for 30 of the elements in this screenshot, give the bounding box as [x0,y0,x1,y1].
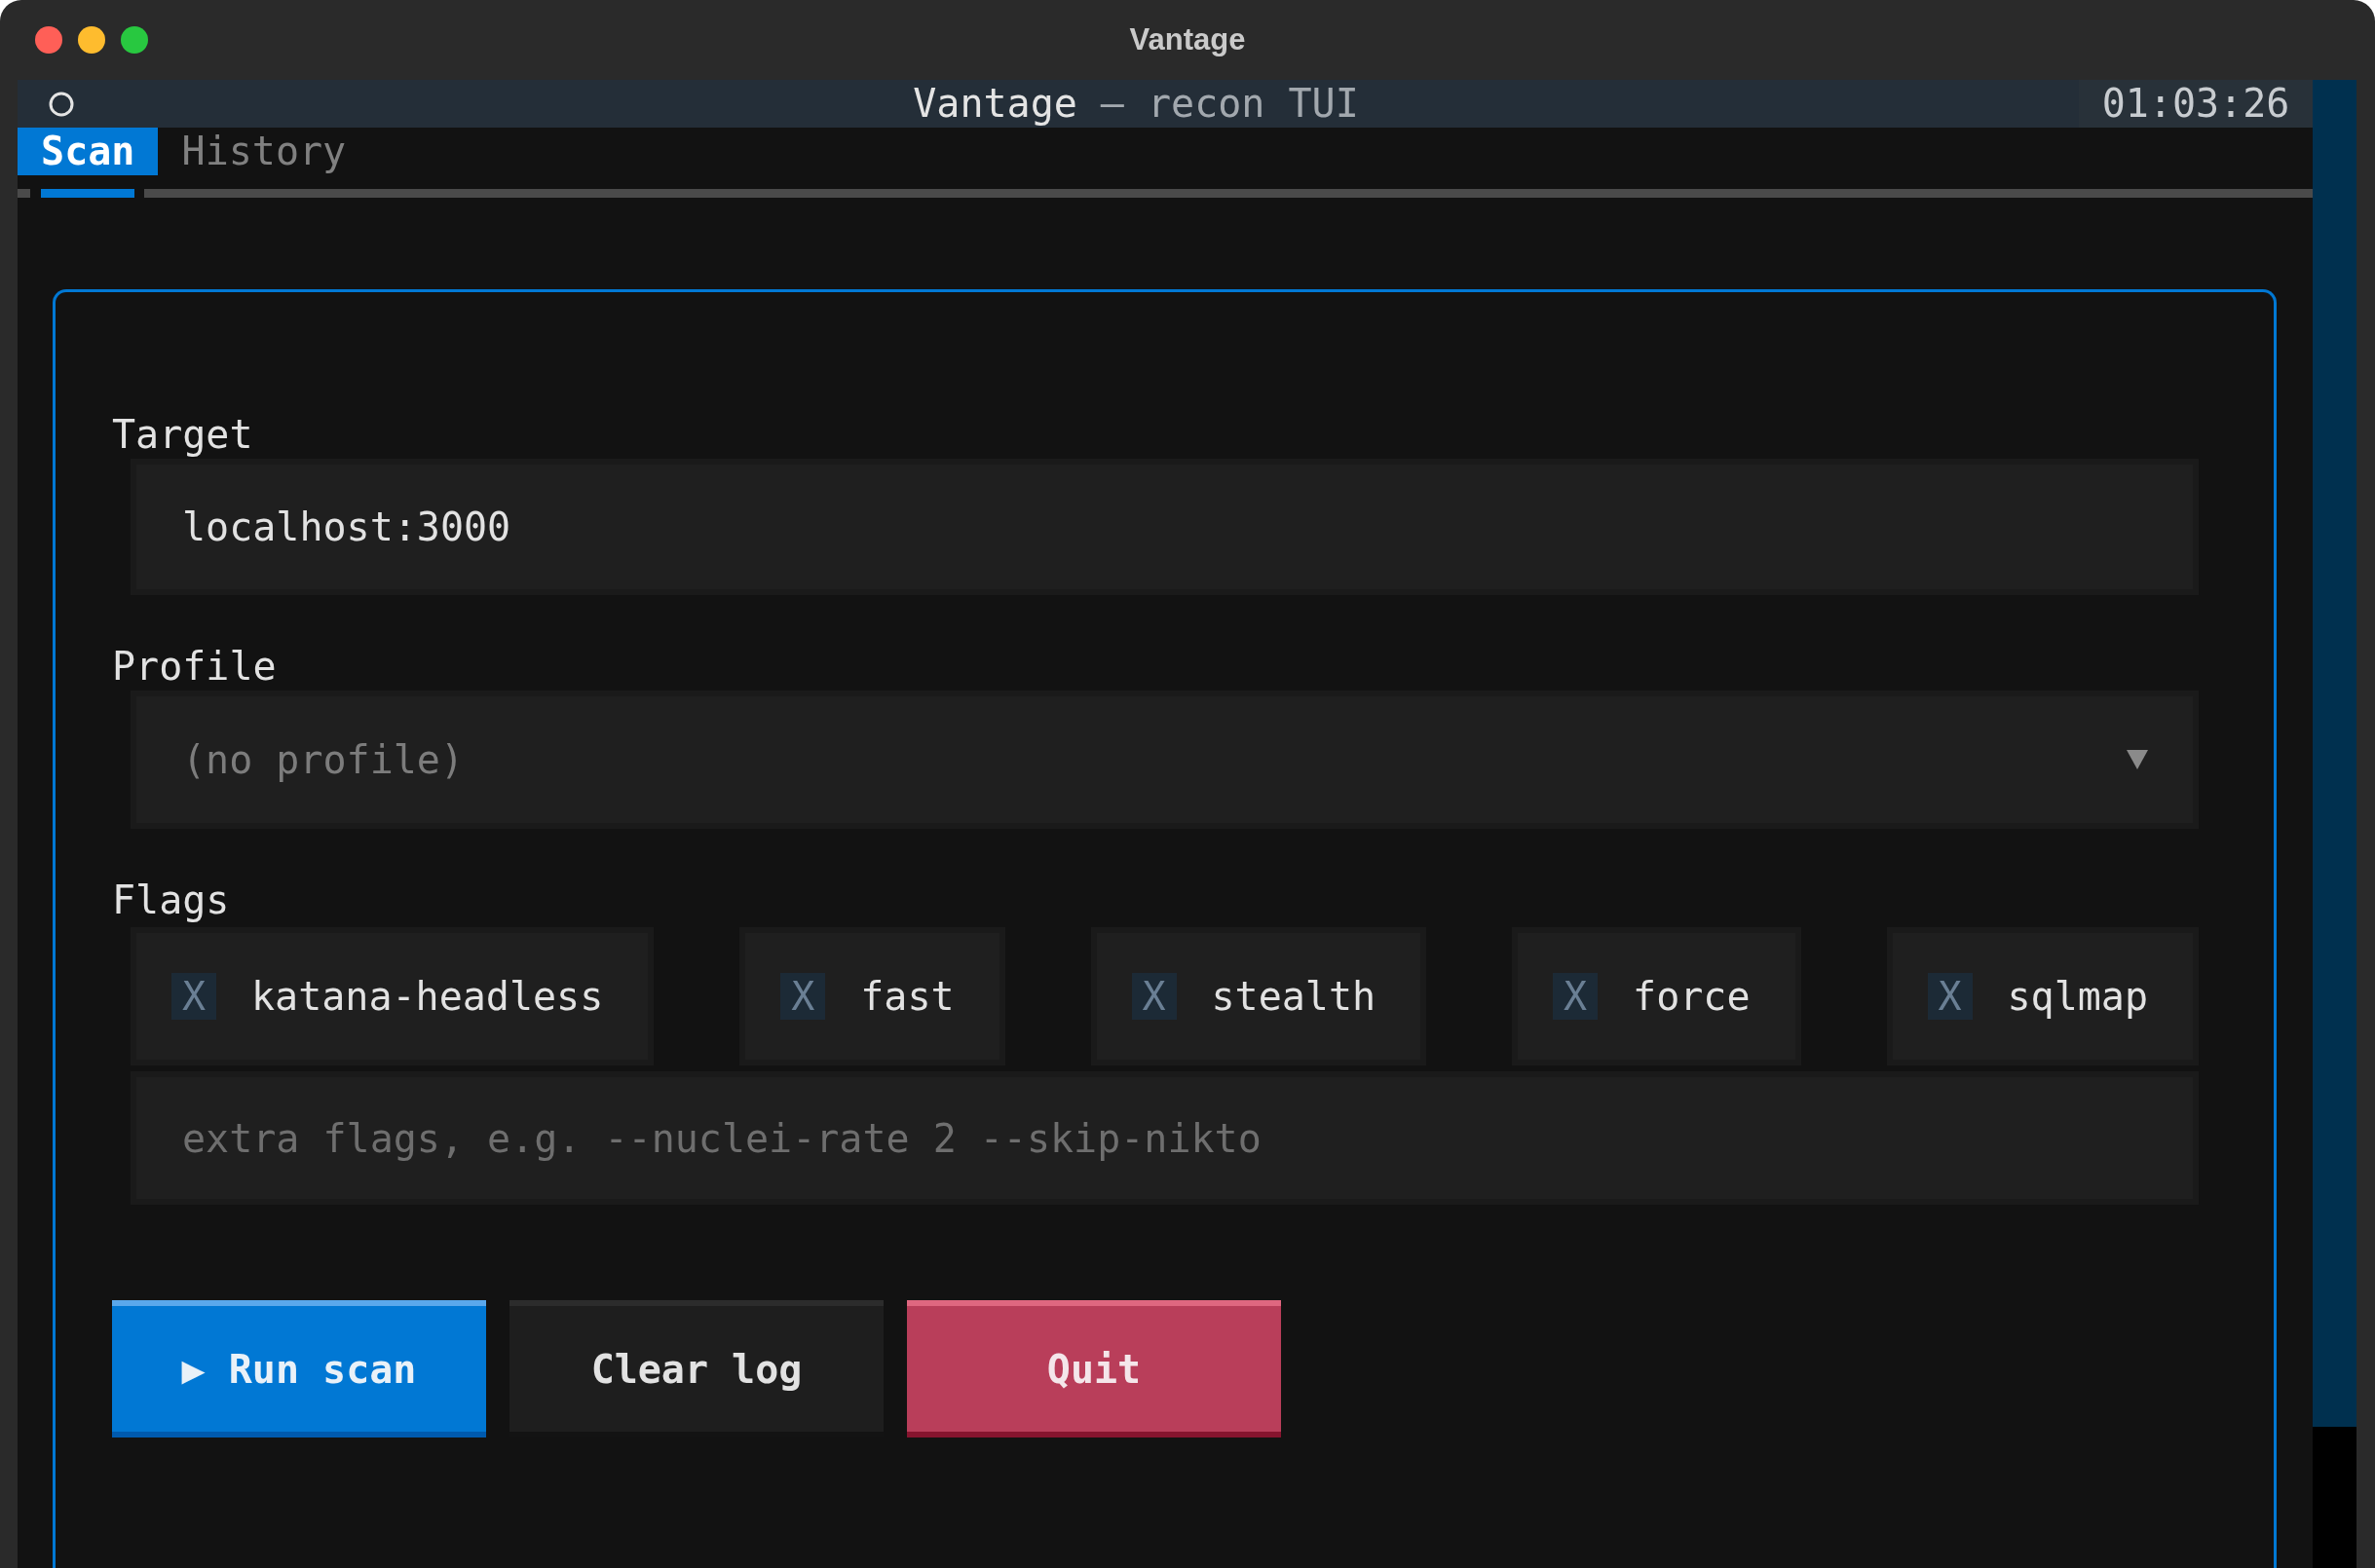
field-label: Target [112,411,253,459]
app-subtitle: — recon TUI [1100,80,1359,128]
checkbox-mark: X [171,973,216,1020]
extra-flags-input[interactable]: extra flags, e.g. --nuclei-rate 2 --skip-nikto [131,1071,2199,1205]
field-label: Profile [112,643,277,691]
tab[interactable]: Scan [18,128,159,175]
profile-select[interactable]: (no profile) [131,691,2199,829]
circle-icon[interactable] [49,91,74,117]
clock: 01:03:26 [2079,80,2313,128]
flag-checkbox[interactable]: X sqlmap [1886,927,2199,1065]
flag-checkbox[interactable]: X katana-headless [131,927,655,1065]
field-label: Flags [112,877,230,924]
flag-checkbox[interactable]: X stealth [1090,927,1427,1065]
zoom-button[interactable] [121,26,148,54]
checkbox-mark: X [1927,973,1973,1020]
caret-icon [2127,750,2148,769]
tab[interactable]: History [158,128,370,175]
primary-button[interactable]: ▶ Run scan [112,1300,486,1437]
minimize-button[interactable] [78,26,105,54]
target-input[interactable]: localhost:3000 [131,459,2199,595]
app-title: Vantage [913,80,1077,128]
window-title: Vantage [1129,22,1246,57]
error-button[interactable]: Quit [907,1300,1281,1437]
flag-checkbox[interactable]: X fast [739,927,1005,1065]
tab-underline [18,189,30,198]
checkbox-mark: X [780,973,826,1020]
flag-checkbox[interactable]: X force [1512,927,1801,1065]
checkbox-mark: X [1553,973,1599,1020]
checkbox-mark: X [1131,973,1177,1020]
close-button[interactable] [35,26,62,54]
